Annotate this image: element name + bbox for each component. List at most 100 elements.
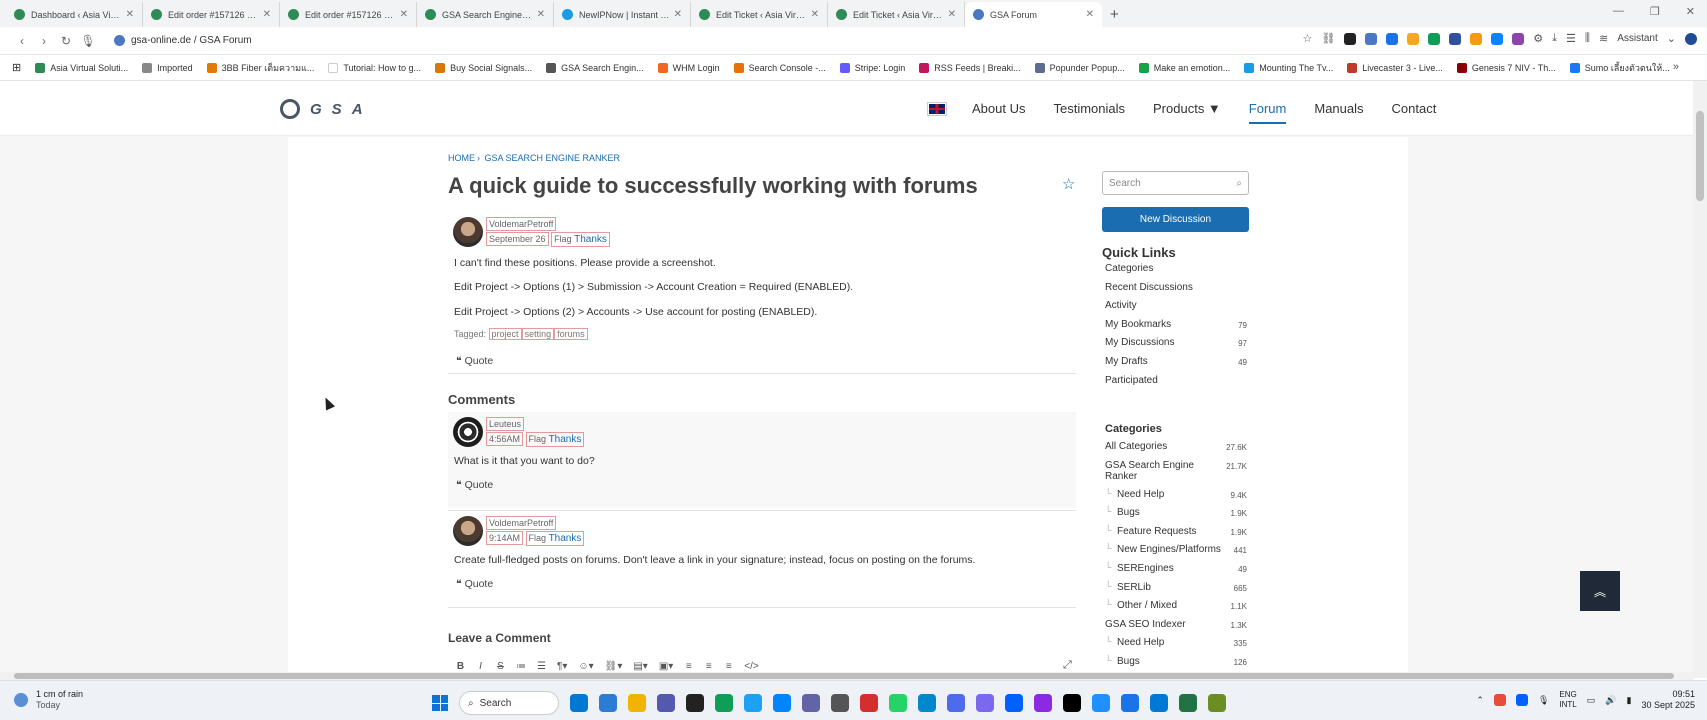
taskbar-app-icon[interactable]	[773, 694, 791, 712]
thanks-button[interactable]: Thanks	[574, 234, 607, 245]
browser-tab[interactable]: NewIPNow | Instant Proxy Ref ✕	[554, 2, 691, 27]
browser-tab[interactable]: GSA Search Engine Ranker VF ✕	[417, 2, 554, 27]
sidebar-link[interactable]: SERLib 665	[1105, 581, 1247, 601]
ordered-list-icon[interactable]: ≔	[516, 661, 526, 672]
bookmark-item[interactable]: Genesis 7 NIV - Th...	[1456, 62, 1556, 73]
sidebar-link[interactable]: My Discussions 97	[1105, 337, 1247, 356]
bookmarks-more-icon[interactable]: »	[1673, 61, 1679, 73]
sidebar-link[interactable]: Recent Discussions	[1105, 282, 1247, 301]
flag-button[interactable]: Flag Thanks	[525, 531, 585, 546]
bookmark-item[interactable]: 3BB Fiber เต็มความแ...	[206, 61, 314, 75]
link-icon[interactable]: ⛓	[1321, 32, 1335, 45]
url-field[interactable]: gsa-online.de / GSA Forum	[114, 35, 252, 46]
uk-flag-icon[interactable]	[927, 101, 947, 116]
chevron-down-icon[interactable]: ⌄	[1667, 32, 1676, 45]
browser-tab[interactable]: Dashboard ‹ Asia Virtual Solu ✕	[6, 2, 143, 27]
author-link[interactable]: VoldemarPetroff	[486, 516, 557, 530]
paragraph-format-icon[interactable]: ¶▾	[557, 661, 567, 672]
browser-tab[interactable]: Edit order #157126 ‹ Asia Virt ✕	[280, 2, 417, 27]
sidebar-link[interactable]: Categories	[1105, 263, 1247, 282]
sidebar-link[interactable]: Other / Mixed 1.1K	[1105, 599, 1247, 619]
bookmark-item[interactable]: WHM Login	[657, 62, 720, 73]
chevron-up-icon[interactable]: ⌃	[1476, 695, 1484, 706]
taskbar-app-icon[interactable]	[1179, 694, 1197, 712]
tag-link[interactable]: project	[488, 328, 522, 340]
taskbar-app-icon[interactable]	[1034, 694, 1052, 712]
download-icon[interactable]: ⤓	[1552, 32, 1557, 45]
sidebar-link[interactable]: Need Help 335	[1105, 636, 1247, 656]
bookmark-item[interactable]: Imported	[142, 62, 193, 73]
sidebar-link[interactable]: GSA Search Engine Ranker 21.7K	[1105, 460, 1247, 489]
bookmark-item[interactable]: Sumo เลี้ยงตัวตนให้...	[1569, 61, 1670, 75]
bookmark-item[interactable]: Stripe: Login	[839, 62, 905, 73]
menu-lines-icon[interactable]: ☰	[1566, 32, 1576, 45]
fullscreen-icon[interactable]: ⤢	[1063, 659, 1072, 672]
strikethrough-icon[interactable]: S	[496, 661, 505, 672]
bullet-list-icon[interactable]: ☰	[537, 661, 546, 672]
link-icon[interactable]: ⛓▾	[605, 661, 623, 672]
extension-link-icon[interactable]	[1365, 32, 1378, 45]
taskbar-app-icon[interactable]	[947, 694, 965, 712]
avatar[interactable]	[453, 217, 483, 247]
align-right-icon[interactable]: ≡	[724, 661, 733, 672]
taskbar-app-icon[interactable]	[715, 694, 733, 712]
bookmark-item[interactable]: RSS Feeds | Breaki...	[919, 62, 1021, 73]
taskbar-app-icon[interactable]	[1150, 694, 1168, 712]
sidebar-link[interactable]: Need Help 9.4K	[1105, 488, 1247, 508]
extension-rss-icon[interactable]	[1407, 32, 1420, 45]
horizontal-scrollbar[interactable]	[0, 672, 1693, 680]
sidebar-link[interactable]: GSA SEO Indexer 1.3K	[1105, 619, 1247, 638]
windows-start-icon[interactable]	[432, 695, 448, 711]
tab-close-icon[interactable]: ✕	[263, 9, 271, 20]
italic-icon[interactable]: I	[476, 661, 485, 672]
close-icon[interactable]: ✕	[1686, 5, 1695, 18]
nav-link-contact[interactable]: Contact	[1392, 101, 1437, 116]
bookmark-item[interactable]: Tutorial: How to g...	[328, 62, 421, 73]
taskbar-app-icon[interactable]	[918, 694, 936, 712]
battery-icon[interactable]: ▮	[1626, 695, 1631, 706]
align-left-icon[interactable]: ≡	[684, 661, 693, 672]
search-input[interactable]: Search ⌕	[1102, 171, 1249, 195]
sidebar-link[interactable]: My Bookmarks 79	[1105, 319, 1247, 338]
speaker-icon[interactable]: 🔊	[1605, 695, 1616, 706]
extension-purple-icon[interactable]	[1512, 32, 1525, 45]
nav-link-about-us[interactable]: About Us	[972, 101, 1025, 116]
taskbar-app-icon[interactable]	[1005, 694, 1023, 712]
bookmark-item[interactable]: Popunder Popup...	[1034, 62, 1125, 73]
bookmark-item[interactable]: Buy Social Signals...	[435, 62, 532, 73]
tab-close-icon[interactable]: ✕	[400, 9, 408, 20]
extension-orange-icon[interactable]	[1470, 32, 1483, 45]
tab-close-icon[interactable]: ✕	[674, 9, 682, 20]
browser-tab[interactable]: GSA Forum ✕	[965, 2, 1102, 27]
thanks-button[interactable]: Thanks	[549, 533, 582, 544]
taskbar-search[interactable]: ⌕ Search	[459, 691, 559, 715]
extension-pen-icon[interactable]	[1344, 32, 1357, 45]
author-link[interactable]: Leuteus	[486, 417, 525, 431]
image-icon[interactable]: ▣▾	[659, 661, 673, 672]
nav-link-forum[interactable]: Forum	[1248, 101, 1286, 124]
scrollbar-thumb[interactable]	[14, 673, 1674, 679]
file-icon[interactable]: ▤▾	[633, 661, 647, 672]
new-discussion-button[interactable]: New Discussion	[1102, 207, 1249, 232]
quote-button[interactable]: ❝ Quote	[456, 578, 493, 590]
minimize-icon[interactable]: —	[1613, 5, 1624, 18]
clock[interactable]: 09:51 30 Sept 2025	[1641, 689, 1695, 711]
sidebar-icon[interactable]: ⫼	[1585, 32, 1590, 45]
bold-icon[interactable]: B	[456, 661, 465, 672]
taskbar-app-icon[interactable]	[1092, 694, 1110, 712]
apps-grid-icon[interactable]: ⊞	[12, 61, 21, 74]
gsa-logo[interactable]: G S A	[280, 99, 363, 119]
align-center-icon[interactable]: ≡	[704, 661, 713, 672]
tag-link[interactable]: setting	[521, 328, 555, 340]
taskbar-app-icon[interactable]	[1208, 694, 1226, 712]
avatar[interactable]	[453, 417, 483, 447]
tab-close-icon[interactable]: ✕	[537, 9, 545, 20]
taskbar-app-icon[interactable]	[628, 694, 646, 712]
sidebar-link[interactable]: Activity	[1105, 300, 1247, 319]
tray-app-icon[interactable]	[1493, 694, 1506, 706]
taskbar-app-icon[interactable]	[599, 694, 617, 712]
tab-close-icon[interactable]: ✕	[811, 9, 819, 20]
extension-blue-icon[interactable]	[1491, 32, 1504, 45]
audio-wave-icon[interactable]: ≋	[1599, 32, 1608, 45]
forward-icon[interactable]: ›	[34, 34, 54, 48]
